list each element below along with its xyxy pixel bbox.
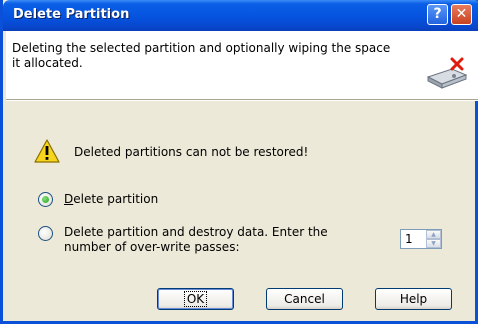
help-button[interactable]: Help: [375, 288, 452, 310]
dialog-title: Delete Partition: [13, 7, 130, 22]
overwrite-passes-spinner[interactable]: 1 ▲ ▼: [400, 229, 442, 249]
mnemonic-d: D: [64, 192, 74, 206]
spin-down-icon[interactable]: ▼: [426, 239, 441, 248]
warning-text: Deleted partitions can not be restored!: [74, 145, 309, 159]
spinner-buttons: ▲ ▼: [426, 230, 441, 248]
close-button[interactable]: ✕: [451, 4, 472, 25]
delete-and-destroy-label[interactable]: Delete partition and destroy data. Enter…: [64, 225, 374, 255]
delete-partition-dialog: Delete Partition ? ✕ Deleting the select…: [0, 0, 478, 324]
hard-drive-delete-icon: [426, 57, 468, 89]
delete-partition-radio[interactable]: [38, 192, 53, 207]
delete-partition-label-text: elete partition: [73, 192, 159, 206]
dialog-content: Deleted partitions can not be restored! …: [6, 100, 478, 322]
title-bar: Delete Partition ? ✕: [3, 0, 478, 31]
delete-partition-label[interactable]: Delete partition: [64, 192, 158, 206]
ok-label: OK: [183, 291, 208, 307]
spin-up-icon[interactable]: ▲: [426, 230, 441, 239]
overwrite-passes-value[interactable]: 1: [405, 232, 413, 246]
delete-and-destroy-radio[interactable]: [38, 226, 53, 241]
help-title-button[interactable]: ?: [427, 4, 448, 25]
header-description: Deleting the selected partition and opti…: [12, 41, 391, 70]
cancel-button[interactable]: Cancel: [266, 288, 343, 310]
warning-icon: [34, 139, 60, 163]
dialog-header: Deleting the selected partition and opti…: [6, 31, 478, 100]
ok-button[interactable]: OK: [157, 288, 234, 310]
